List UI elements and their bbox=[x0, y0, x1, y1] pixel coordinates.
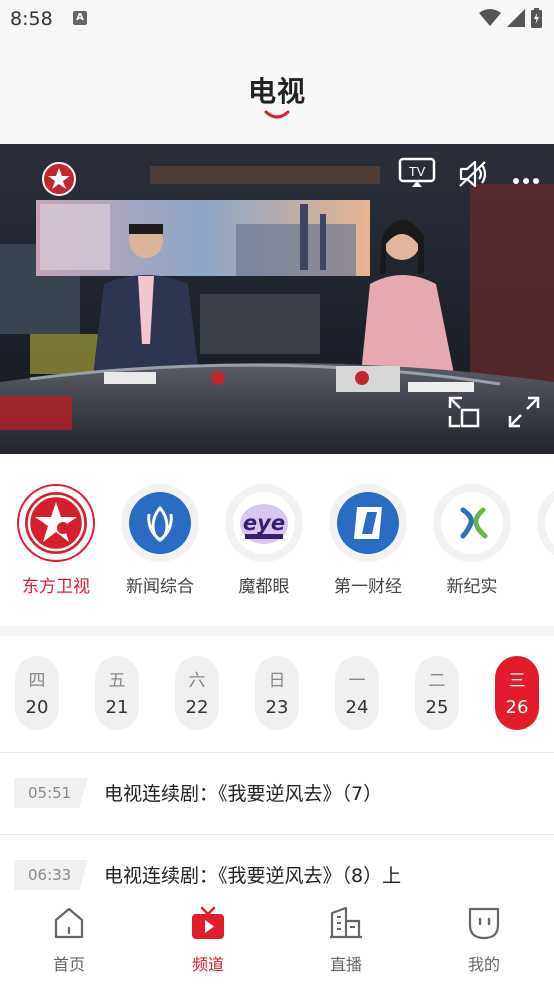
dragon-tv-logo-icon bbox=[25, 492, 87, 554]
channel-logo bbox=[17, 484, 95, 562]
channel-label: 新纪实 bbox=[446, 577, 498, 597]
cast-tv-button[interactable]: TV bbox=[398, 157, 436, 193]
channel-item-partial[interactable]: 五 bbox=[524, 484, 554, 597]
channel-label: 新闻综合 bbox=[126, 577, 194, 597]
header: 电视 bbox=[0, 36, 554, 144]
battery-icon bbox=[531, 8, 542, 28]
day-weekday: 一 bbox=[348, 671, 366, 691]
day-weekday: 六 bbox=[188, 671, 206, 691]
channel-logo bbox=[433, 484, 511, 562]
channel-tv-icon bbox=[192, 906, 224, 939]
divider bbox=[0, 752, 554, 753]
channel-logo: eye bbox=[225, 484, 303, 562]
tab-label: 我的 bbox=[467, 955, 500, 974]
day-date: 24 bbox=[345, 697, 369, 718]
news-tulip-logo-icon bbox=[129, 492, 191, 554]
channel-label: 五 bbox=[524, 572, 554, 597]
tab-live[interactable]: 直播 bbox=[306, 905, 386, 975]
channel-item-documentary[interactable]: 新纪实 bbox=[420, 484, 524, 597]
day-date: 22 bbox=[185, 697, 209, 718]
status-time: 8:58 bbox=[10, 8, 53, 30]
video-player[interactable]: TV bbox=[0, 144, 554, 454]
status-bar: 8:58 A bbox=[0, 0, 554, 36]
pip-button[interactable] bbox=[448, 396, 480, 432]
documentary-logo-icon bbox=[441, 492, 503, 554]
day-selector: 四 20 五 21 六 22 日 23 一 24 二 25 三 26 bbox=[0, 650, 554, 740]
profile-icon bbox=[468, 907, 500, 940]
channel-item-eye[interactable]: eye 魔都眼 bbox=[212, 484, 316, 597]
page-title: 电视 bbox=[247, 75, 306, 108]
channel-list: 东方卫视 新闻综合 eye 魔都眼 第一财经 新纪实 bbox=[0, 464, 554, 614]
channel-logo bbox=[121, 484, 199, 562]
eye-logo-icon: eye bbox=[233, 492, 295, 554]
mute-button[interactable] bbox=[458, 160, 488, 192]
day-chip[interactable]: 二 25 bbox=[415, 656, 459, 730]
day-weekday: 二 bbox=[428, 671, 446, 691]
day-date: 25 bbox=[425, 697, 449, 718]
fullscreen-icon bbox=[508, 396, 540, 428]
wifi-icon bbox=[479, 9, 501, 26]
program-row[interactable]: 05:51 电视连续剧：《我要逆风去》（7） bbox=[0, 763, 554, 823]
tab-label: 首页 bbox=[52, 955, 85, 974]
buildings-icon bbox=[330, 906, 362, 939]
tab-label: 直播 bbox=[329, 955, 362, 974]
section-separator bbox=[0, 626, 554, 636]
day-chip[interactable]: 四 20 bbox=[15, 656, 59, 730]
home-icon bbox=[54, 907, 84, 939]
more-dots-icon bbox=[513, 178, 539, 184]
channel-item-news[interactable]: 新闻综合 bbox=[108, 484, 212, 597]
finance-logo-icon bbox=[337, 492, 399, 554]
notification-icon: A bbox=[73, 11, 87, 25]
channel-watermark-icon bbox=[42, 162, 76, 196]
volume-muted-icon bbox=[459, 160, 487, 188]
channel-label: 魔都眼 bbox=[238, 577, 290, 597]
tab-profile[interactable]: 我的 bbox=[444, 905, 524, 975]
program-time: 06:33 bbox=[14, 860, 88, 890]
day-date: 21 bbox=[105, 697, 129, 718]
title-underline-icon bbox=[264, 110, 290, 119]
day-weekday: 三 bbox=[508, 671, 526, 691]
bottom-tab-bar: 首页 频道 直播 我的 bbox=[0, 893, 554, 985]
channel-item-finance[interactable]: 第一财经 bbox=[316, 484, 420, 597]
status-icons bbox=[479, 8, 542, 28]
divider bbox=[0, 834, 554, 835]
fullscreen-button[interactable] bbox=[508, 396, 540, 432]
channel-logo bbox=[537, 484, 554, 562]
tab-channel[interactable]: 频道 bbox=[168, 905, 248, 975]
day-weekday: 四 bbox=[28, 671, 46, 691]
day-date: 20 bbox=[25, 697, 49, 718]
channel-logo bbox=[329, 484, 407, 562]
tab-label: 频道 bbox=[191, 955, 224, 974]
day-date: 23 bbox=[265, 697, 289, 718]
day-chip[interactable]: 五 21 bbox=[95, 656, 139, 730]
more-button[interactable] bbox=[512, 170, 540, 189]
cast-tv-label: TV bbox=[409, 164, 426, 179]
day-chip[interactable]: 一 24 bbox=[335, 656, 379, 730]
day-weekday: 日 bbox=[268, 671, 286, 691]
channel-item-dongfang[interactable]: 东方卫视 bbox=[4, 484, 108, 597]
channel-label: 东方卫视 bbox=[22, 577, 90, 597]
channel-label: 第一财经 bbox=[334, 577, 402, 597]
day-date: 26 bbox=[505, 697, 529, 718]
eye-logo-text: eye bbox=[243, 511, 285, 535]
tab-home[interactable]: 首页 bbox=[29, 905, 109, 975]
picture-in-picture-icon bbox=[448, 396, 480, 428]
day-chip-selected[interactable]: 三 26 bbox=[495, 656, 539, 730]
day-chip[interactable]: 日 23 bbox=[255, 656, 299, 730]
partial-channel-logo-icon bbox=[545, 501, 554, 545]
day-weekday: 五 bbox=[108, 671, 126, 691]
day-chip[interactable]: 六 22 bbox=[175, 656, 219, 730]
program-title: 电视连续剧：《我要逆风去》（7） bbox=[104, 783, 383, 805]
signal-icon bbox=[507, 9, 525, 27]
program-time: 05:51 bbox=[14, 778, 88, 808]
program-title: 电视连续剧：《我要逆风去》（8）上 bbox=[104, 865, 402, 887]
cast-tv-icon: TV bbox=[398, 157, 436, 187]
